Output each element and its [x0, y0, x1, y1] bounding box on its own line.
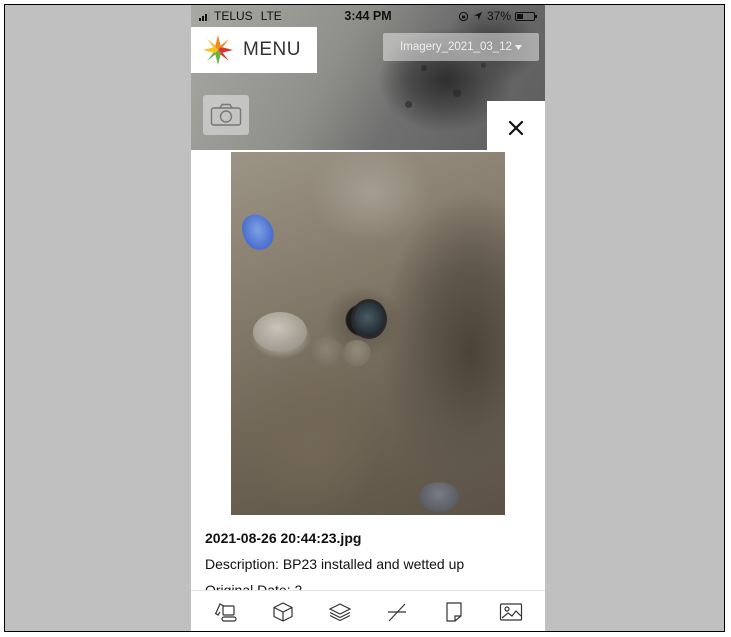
- caret-down-icon: [514, 44, 522, 50]
- imagery-select[interactable]: Imagery_2021_03_12: [383, 33, 539, 61]
- pipe-opening: [351, 299, 387, 339]
- menu-label: MENU: [243, 39, 301, 60]
- blue-glove: [238, 210, 278, 254]
- phone-screen: TELUS LTE 3:44 PM 37% MENU Imagery_2021_…: [191, 5, 545, 631]
- camera-button[interactable]: [203, 95, 249, 135]
- battery-icon: [515, 11, 537, 21]
- status-indicators: 37%: [458, 9, 537, 23]
- description-value: BP23 installed and wetted up: [282, 556, 465, 572]
- status-bar: TELUS LTE 3:44 PM 37%: [191, 5, 545, 27]
- screenshot-frame: TELUS LTE 3:44 PM 37% MENU Imagery_2021_…: [4, 4, 725, 632]
- photo-detail-panel: 2021-08-26 20:44:23.jpg Description: BP2…: [191, 150, 545, 631]
- close-button[interactable]: [487, 101, 545, 155]
- battery-percent: 37%: [486, 9, 511, 23]
- lock-rotation-icon: [458, 11, 469, 22]
- measure-icon[interactable]: [383, 598, 411, 626]
- camera-icon: [210, 103, 242, 127]
- description-label: Description:: [205, 556, 279, 572]
- cube-icon[interactable]: [269, 598, 297, 626]
- menu-button[interactable]: MENU: [191, 27, 317, 73]
- bottom-toolbar: [191, 590, 545, 631]
- location-arrow-icon: [473, 11, 483, 21]
- photo-description: Description: BP23 installed and wetted u…: [205, 556, 464, 572]
- site-photo[interactable]: [231, 152, 505, 515]
- imagery-select-value: Imagery_2021_03_12: [400, 41, 512, 53]
- close-icon: [508, 120, 524, 136]
- image-icon[interactable]: [497, 598, 525, 626]
- layers-icon[interactable]: [326, 598, 354, 626]
- note-icon[interactable]: [440, 598, 468, 626]
- app-logo-icon: [201, 33, 235, 67]
- excavator-icon[interactable]: [212, 598, 240, 626]
- photo-filename: 2021-08-26 20:44:23.jpg: [205, 530, 362, 546]
